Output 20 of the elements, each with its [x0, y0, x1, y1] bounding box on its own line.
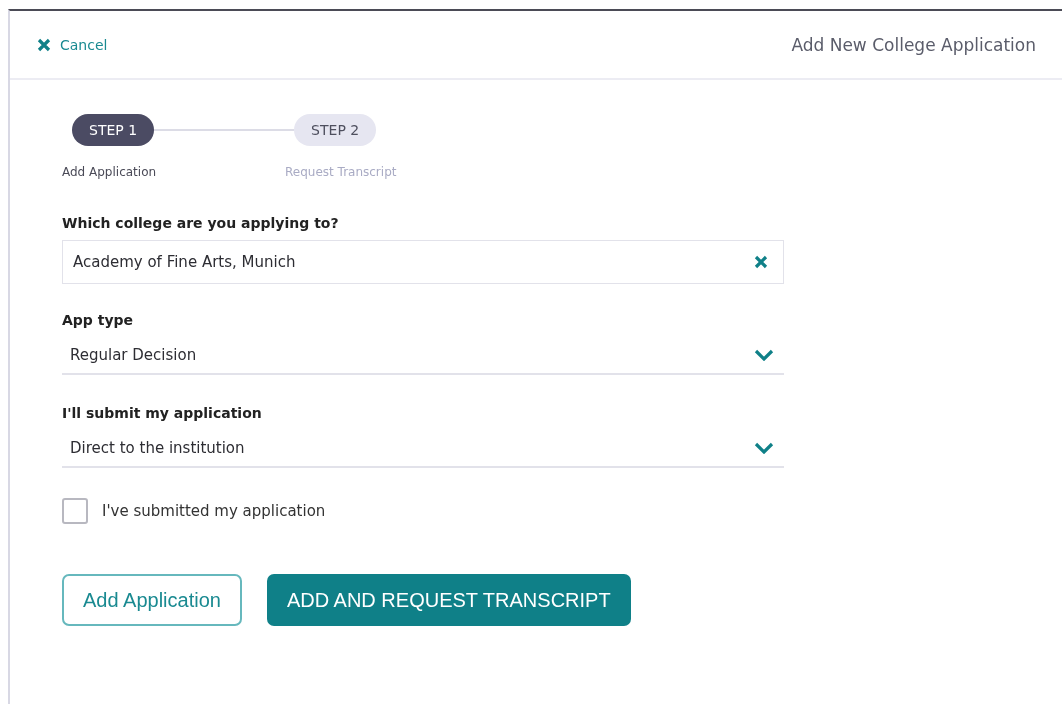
close-icon [37, 37, 51, 52]
step-pill[interactable]: STEP 2 [294, 114, 377, 146]
chevron-down-icon [754, 349, 774, 361]
step-pill[interactable]: STEP 1 [72, 114, 155, 146]
chevron-down-icon [754, 442, 774, 454]
field-label: Which college are you applying to? [62, 215, 340, 231]
step-caption: Request Transcript [285, 165, 397, 179]
clear-icon [754, 255, 768, 269]
add-and-request-button[interactable]: ADD AND REQUEST TRANSCRIPT [266, 574, 631, 626]
dropdown-field[interactable]: Regular Decision [62, 337, 784, 375]
step-caption: Add Application [62, 165, 158, 179]
text-field[interactable]: Academy of Fine Arts, Munich [62, 240, 784, 284]
checkbox-label: I've submitted my application [102, 502, 326, 520]
field-label: App type [62, 312, 135, 328]
cancel-link[interactable]: Cancel [37, 36, 108, 53]
checkbox[interactable] [62, 498, 88, 524]
dropdown-field[interactable]: Direct to the institution [62, 430, 784, 468]
add-button[interactable]: Add Application [62, 574, 242, 626]
field-label: I'll submit my application [62, 405, 263, 421]
dialog-title: Add New College Application [791, 34, 1036, 55]
